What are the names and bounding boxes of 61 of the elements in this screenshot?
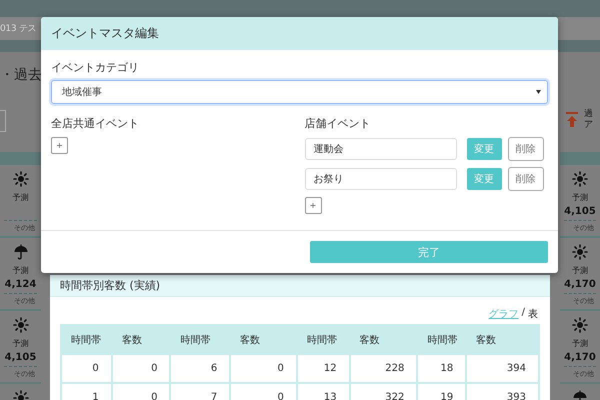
sun-icon xyxy=(572,317,588,333)
column-header: 客数 xyxy=(358,334,381,348)
table-cell: 0 xyxy=(230,383,297,400)
column-header: 時間帯 xyxy=(179,334,212,348)
side-note-text: ア xyxy=(584,120,593,131)
link-separator: / xyxy=(522,307,525,320)
delete-button[interactable]: 削除 xyxy=(508,137,544,161)
forecast-label: 予測 xyxy=(572,338,588,349)
table-cell: 7 xyxy=(170,383,230,400)
forecast-value: 4,105 xyxy=(4,352,36,365)
table-cell: 0 xyxy=(112,354,170,383)
view-link[interactable]: 表 xyxy=(528,307,538,321)
table-cell: 12 xyxy=(296,354,350,383)
sun-icon xyxy=(12,171,28,187)
forecast-label: 予測 xyxy=(12,338,28,349)
table-cell: 13 xyxy=(296,383,350,400)
table-cell: 393 xyxy=(466,383,539,400)
caret-icon xyxy=(536,90,541,94)
header-text: 013 テス xyxy=(0,23,36,35)
table-cell: 19 xyxy=(417,383,466,400)
umbrella-icon xyxy=(12,244,28,260)
sun-icon xyxy=(572,171,588,187)
column-header: 時間帯 xyxy=(426,334,458,348)
column-header: 客数 xyxy=(120,334,143,348)
upload-arrow-icon xyxy=(566,112,578,128)
column-header: 時間帯 xyxy=(306,334,338,348)
add-button[interactable]: + xyxy=(51,137,68,154)
delete-button[interactable]: 削除 xyxy=(508,167,544,191)
common-events-label: 全店共通イベント xyxy=(51,116,140,131)
forecast-value: 4,170 xyxy=(564,279,596,292)
category-label: イベントカテゴリ xyxy=(51,60,140,75)
forecast-value: 4,124 xyxy=(4,279,36,292)
table-cell: 1 xyxy=(61,383,112,400)
sun-icon xyxy=(12,317,28,333)
table-cell: 0 xyxy=(230,354,297,383)
sun-icon xyxy=(572,244,588,260)
forecast-label: 予測 xyxy=(12,192,28,203)
forecast-label: 予測 xyxy=(572,265,588,276)
table-cell: 228 xyxy=(350,354,418,383)
table-cell: 18 xyxy=(417,354,466,383)
table-cell: 6 xyxy=(170,354,230,383)
modal-title: イベントマスタ編集 xyxy=(41,17,558,50)
side-note-text: 過 xyxy=(584,109,593,120)
event-name-field[interactable]: お祭り xyxy=(304,168,456,190)
event-name-field[interactable]: 運動会 xyxy=(304,138,456,160)
forecast-value: 4,170 xyxy=(564,352,596,365)
table-cell: 322 xyxy=(350,383,418,400)
add-button[interactable]: + xyxy=(304,197,322,214)
column-header: 時間帯 xyxy=(70,334,102,348)
forecast-label: 予測 xyxy=(572,192,588,203)
table-cell: 0 xyxy=(112,383,170,400)
table-cell: 394 xyxy=(466,354,539,383)
page-title: ・過去 xyxy=(0,66,42,84)
category-select[interactable]: 地域催事 xyxy=(51,80,548,104)
panel-title: 時間帯別客数 (実績) xyxy=(50,275,550,297)
forecast-value: 4,105 xyxy=(564,206,596,219)
store-events-label: 店舗イベント xyxy=(304,116,372,131)
column-header: 客数 xyxy=(239,334,262,348)
column-header: 客数 xyxy=(475,334,498,348)
table-cell: 0 xyxy=(61,354,112,383)
forecast-label: 予測 xyxy=(12,265,28,276)
